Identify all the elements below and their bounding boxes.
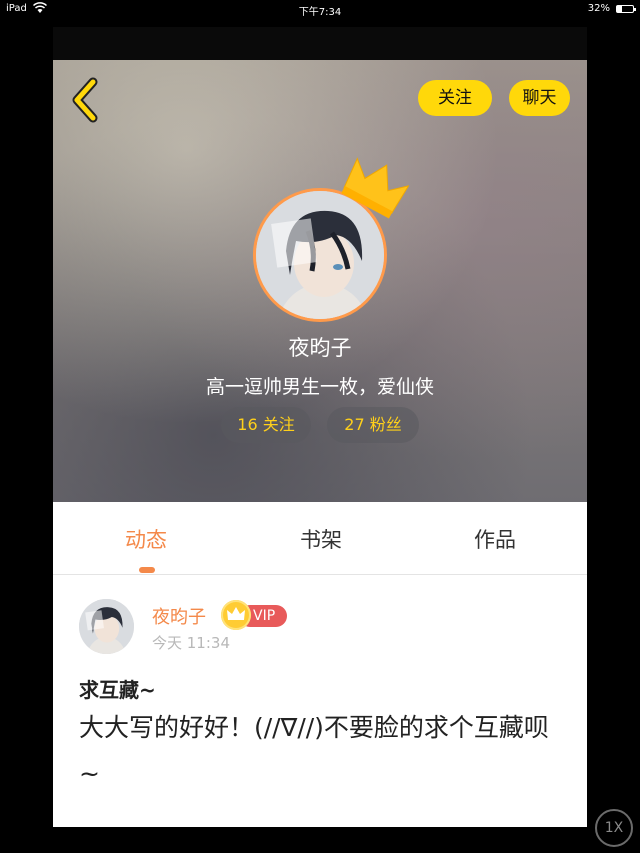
fans-count[interactable]: 27 粉丝 <box>327 407 419 443</box>
clock: 下午7:34 <box>298 7 342 18</box>
post-author-avatar[interactable] <box>79 599 134 654</box>
post-card[interactable]: 夜昀子 VIP 今天 11:34 求互藏~ 大大写的好好！(//∇//)不要脸的… <box>53 575 587 827</box>
following-count[interactable]: 16 关注 <box>221 407 311 443</box>
back-chevron-icon[interactable] <box>67 76 103 124</box>
crown-icon <box>341 157 409 219</box>
post-title: 求互藏~ <box>79 678 156 702</box>
profile-bio: 高一逗帅男生一枚，爱仙侠 <box>205 376 434 398</box>
follow-button[interactable]: 关注 <box>418 80 492 116</box>
post-author-name[interactable]: 夜昀子 <box>152 603 206 629</box>
app-window: 关注 聊天 夜昀子 高一逗帅男生一枚，爱仙侠 16 关注 27 粉丝 动态 书架… <box>53 27 587 827</box>
status-bar: iPad 下午7:34 32% <box>0 0 640 18</box>
vip-crown-icon <box>221 600 251 630</box>
top-strip <box>53 27 587 60</box>
profile-header: 关注 聊天 夜昀子 高一逗帅男生一枚，爱仙侠 16 关注 27 粉丝 <box>53 60 587 502</box>
avatar-image <box>79 599 134 654</box>
post-body: 大大写的好好！(//∇//)不要脸的求个互藏呗~ <box>79 713 549 788</box>
tab-bookshelf[interactable]: 书架 <box>300 524 342 554</box>
vip-badge: VIP <box>221 600 287 630</box>
post-timestamp: 今天 11:34 <box>152 634 230 652</box>
active-tab-indicator <box>139 567 155 573</box>
tab-works[interactable]: 作品 <box>474 524 516 554</box>
battery-percent: 32% <box>587 3 610 14</box>
zoom-button[interactable]: 1X <box>595 809 633 847</box>
profile-name: 夜昀子 <box>288 336 352 360</box>
tab-activity[interactable]: 动态 <box>125 524 167 554</box>
chat-button[interactable]: 聊天 <box>509 80 570 116</box>
tab-bar: 动态 书架 作品 <box>53 502 587 575</box>
battery-icon <box>616 5 636 13</box>
